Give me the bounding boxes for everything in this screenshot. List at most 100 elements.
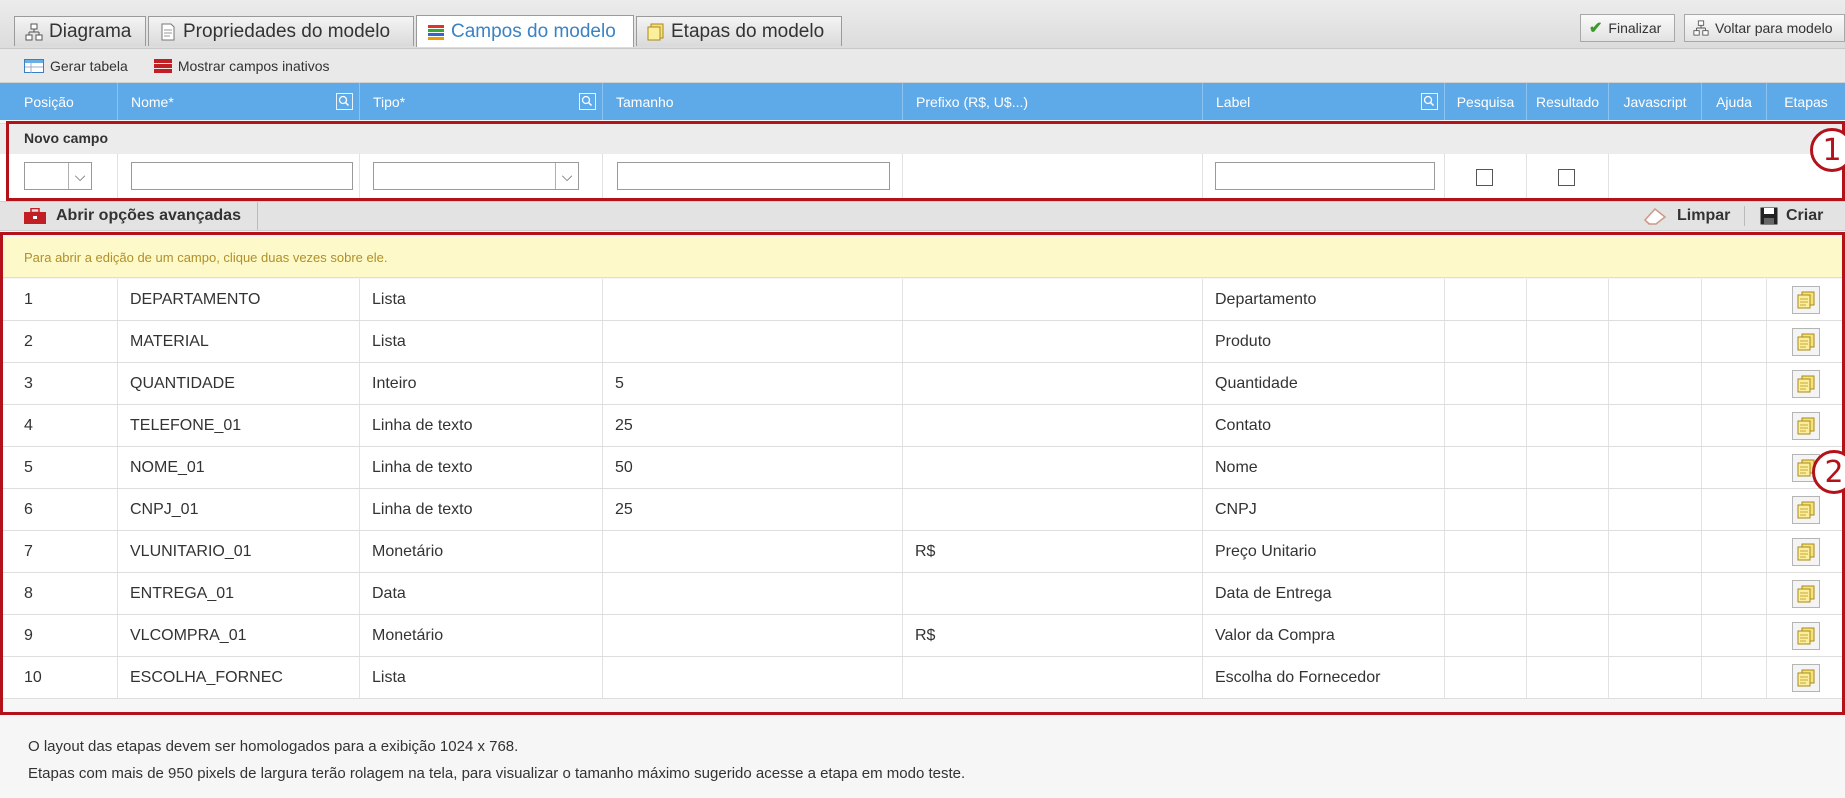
edit-steps-button[interactable]	[1792, 411, 1820, 440]
edit-steps-button[interactable]	[1792, 537, 1820, 566]
cell-name: VLCOMPRA_01	[117, 615, 359, 656]
cell-name: NOME_01	[117, 447, 359, 488]
tab-model-steps[interactable]: Etapas do modelo	[636, 16, 842, 46]
action-divider	[1744, 206, 1745, 226]
column-header-javascript[interactable]: Javascript	[1608, 83, 1701, 120]
cell-size	[602, 321, 902, 362]
cell-result	[1526, 531, 1608, 572]
column-header-help[interactable]: Ajuda	[1701, 83, 1766, 120]
column-header-label: Etapas	[1784, 93, 1828, 110]
column-header-label-col[interactable]: Label	[1202, 83, 1444, 120]
column-header-size[interactable]: Tamanho	[602, 83, 902, 120]
table-row[interactable]: 6 CNPJ_01 Linha de texto 25 CNPJ	[0, 489, 1845, 531]
position-select[interactable]: ⌵	[24, 162, 92, 190]
column-header-result[interactable]: Resultado	[1526, 83, 1608, 120]
table-row[interactable]: 5 NOME_01 Linha de texto 50 Nome	[0, 447, 1845, 489]
tab-model-properties[interactable]: Propriedades do modelo	[148, 16, 414, 46]
edit-steps-button[interactable]	[1792, 579, 1820, 608]
cell-prefix	[902, 405, 1202, 446]
edit-steps-button[interactable]	[1792, 663, 1820, 692]
cell-result	[1526, 447, 1608, 488]
table-row[interactable]: 10 ESCOLHA_FORNEC Lista Escolha do Forne…	[0, 657, 1845, 699]
table-row[interactable]: 9 VLCOMPRA_01 Monetário R$ Valor da Comp…	[0, 615, 1845, 657]
show-inactive-fields-button[interactable]: Mostrar campos inativos	[153, 58, 330, 74]
search-checkbox[interactable]	[1476, 169, 1493, 186]
cell-steps	[1766, 531, 1845, 572]
cell-size: 5	[602, 363, 902, 404]
cell-help	[1701, 405, 1766, 446]
table-icon	[24, 58, 44, 73]
cell-position: 8	[24, 584, 33, 602]
edit-steps-button[interactable]	[1792, 327, 1820, 356]
finalize-button[interactable]: ✔ Finalizar	[1580, 14, 1675, 42]
table-row[interactable]: 8 ENTREGA_01 Data Data de Entrega	[0, 573, 1845, 615]
cell-size: 25	[602, 405, 902, 446]
cell-help	[1701, 657, 1766, 698]
column-divider	[117, 154, 118, 202]
cell-steps	[1766, 657, 1845, 698]
edit-steps-button[interactable]	[1792, 621, 1820, 650]
edit-steps-button[interactable]	[1792, 369, 1820, 398]
generate-table-button[interactable]: Gerar tabela	[24, 58, 128, 74]
cell-position: 7	[24, 542, 33, 560]
table-row[interactable]: 1 DEPARTAMENTO Lista Departamento	[0, 279, 1845, 321]
column-header-label: Tipo*	[373, 93, 406, 110]
column-header-search[interactable]: Pesquisa	[1444, 83, 1526, 120]
column-header-name[interactable]: Nome*	[117, 83, 359, 120]
cell-search	[1444, 531, 1526, 572]
cell-label: Escolha do Fornecedor	[1202, 657, 1444, 698]
column-divider	[902, 154, 903, 202]
table-row[interactable]: 4 TELEFONE_01 Linha de texto 25 Contato	[0, 405, 1845, 447]
cell-result	[1526, 405, 1608, 446]
cell-name: QUANTIDADE	[117, 363, 359, 404]
chevron-down-icon: ⌵	[68, 163, 91, 189]
edit-steps-button[interactable]	[1792, 285, 1820, 314]
result-checkbox[interactable]	[1558, 169, 1575, 186]
cell-result	[1526, 657, 1608, 698]
size-input[interactable]	[617, 162, 890, 190]
cell-javascript	[1608, 321, 1701, 362]
column-header-prefix[interactable]: Prefixo (R$, U$...)	[902, 83, 1202, 120]
cell-label: Departamento	[1202, 279, 1444, 320]
edit-steps-button[interactable]	[1792, 495, 1820, 524]
notes-icon	[1797, 627, 1815, 644]
cell-type: Linha de texto	[359, 489, 602, 530]
tab-model-properties-label: Propriedades do modelo	[183, 20, 391, 42]
cell-help	[1701, 573, 1766, 614]
cell-prefix	[902, 657, 1202, 698]
tab-diagram[interactable]: Diagrama	[14, 16, 146, 46]
open-advanced-options-button[interactable]: Abrir opções avançadas	[24, 202, 258, 230]
type-select[interactable]: ⌵	[373, 162, 579, 190]
cell-position: 5	[24, 458, 33, 476]
cell-result	[1526, 573, 1608, 614]
back-to-model-button[interactable]: Voltar para modelo	[1684, 14, 1845, 42]
column-header-label: Resultado	[1535, 93, 1600, 110]
tab-model-fields[interactable]: Campos do modelo	[416, 15, 634, 47]
cell-label: Produto	[1202, 321, 1444, 362]
cell-prefix	[902, 321, 1202, 362]
cell-label: Valor da Compra	[1202, 615, 1444, 656]
table-row[interactable]: 2 MATERIAL Lista Produto	[0, 321, 1845, 363]
create-button[interactable]: Criar	[1760, 202, 1823, 230]
search-icon[interactable]	[336, 93, 353, 110]
column-header-label: Javascript	[1623, 93, 1687, 110]
footer-notes: O layout das etapas devem ser homologado…	[0, 718, 1845, 798]
column-header-position[interactable]: Posição	[0, 83, 117, 120]
cell-steps	[1766, 615, 1845, 656]
label-input[interactable]	[1215, 162, 1435, 190]
cell-size: 50	[602, 447, 902, 488]
advanced-options-bar: Abrir opções avançadas Limpar Criar	[0, 201, 1845, 231]
clear-button[interactable]: Limpar	[1643, 202, 1730, 230]
table-row[interactable]: 7 VLUNITARIO_01 Monetário R$ Preço Unita…	[0, 531, 1845, 573]
search-icon[interactable]	[1421, 93, 1438, 110]
search-icon[interactable]	[579, 93, 596, 110]
name-input[interactable]	[131, 162, 353, 190]
cell-label: Quantidade	[1202, 363, 1444, 404]
cell-javascript	[1608, 657, 1701, 698]
table-row[interactable]: 3 QUANTIDADE Inteiro 5 Quantidade	[0, 363, 1845, 405]
column-header-type[interactable]: Tipo*	[359, 83, 602, 120]
cell-type: Lista	[359, 657, 602, 698]
cell-size: 25	[602, 489, 902, 530]
column-header-steps[interactable]: Etapas	[1766, 83, 1845, 120]
cell-position: 4	[24, 416, 33, 434]
